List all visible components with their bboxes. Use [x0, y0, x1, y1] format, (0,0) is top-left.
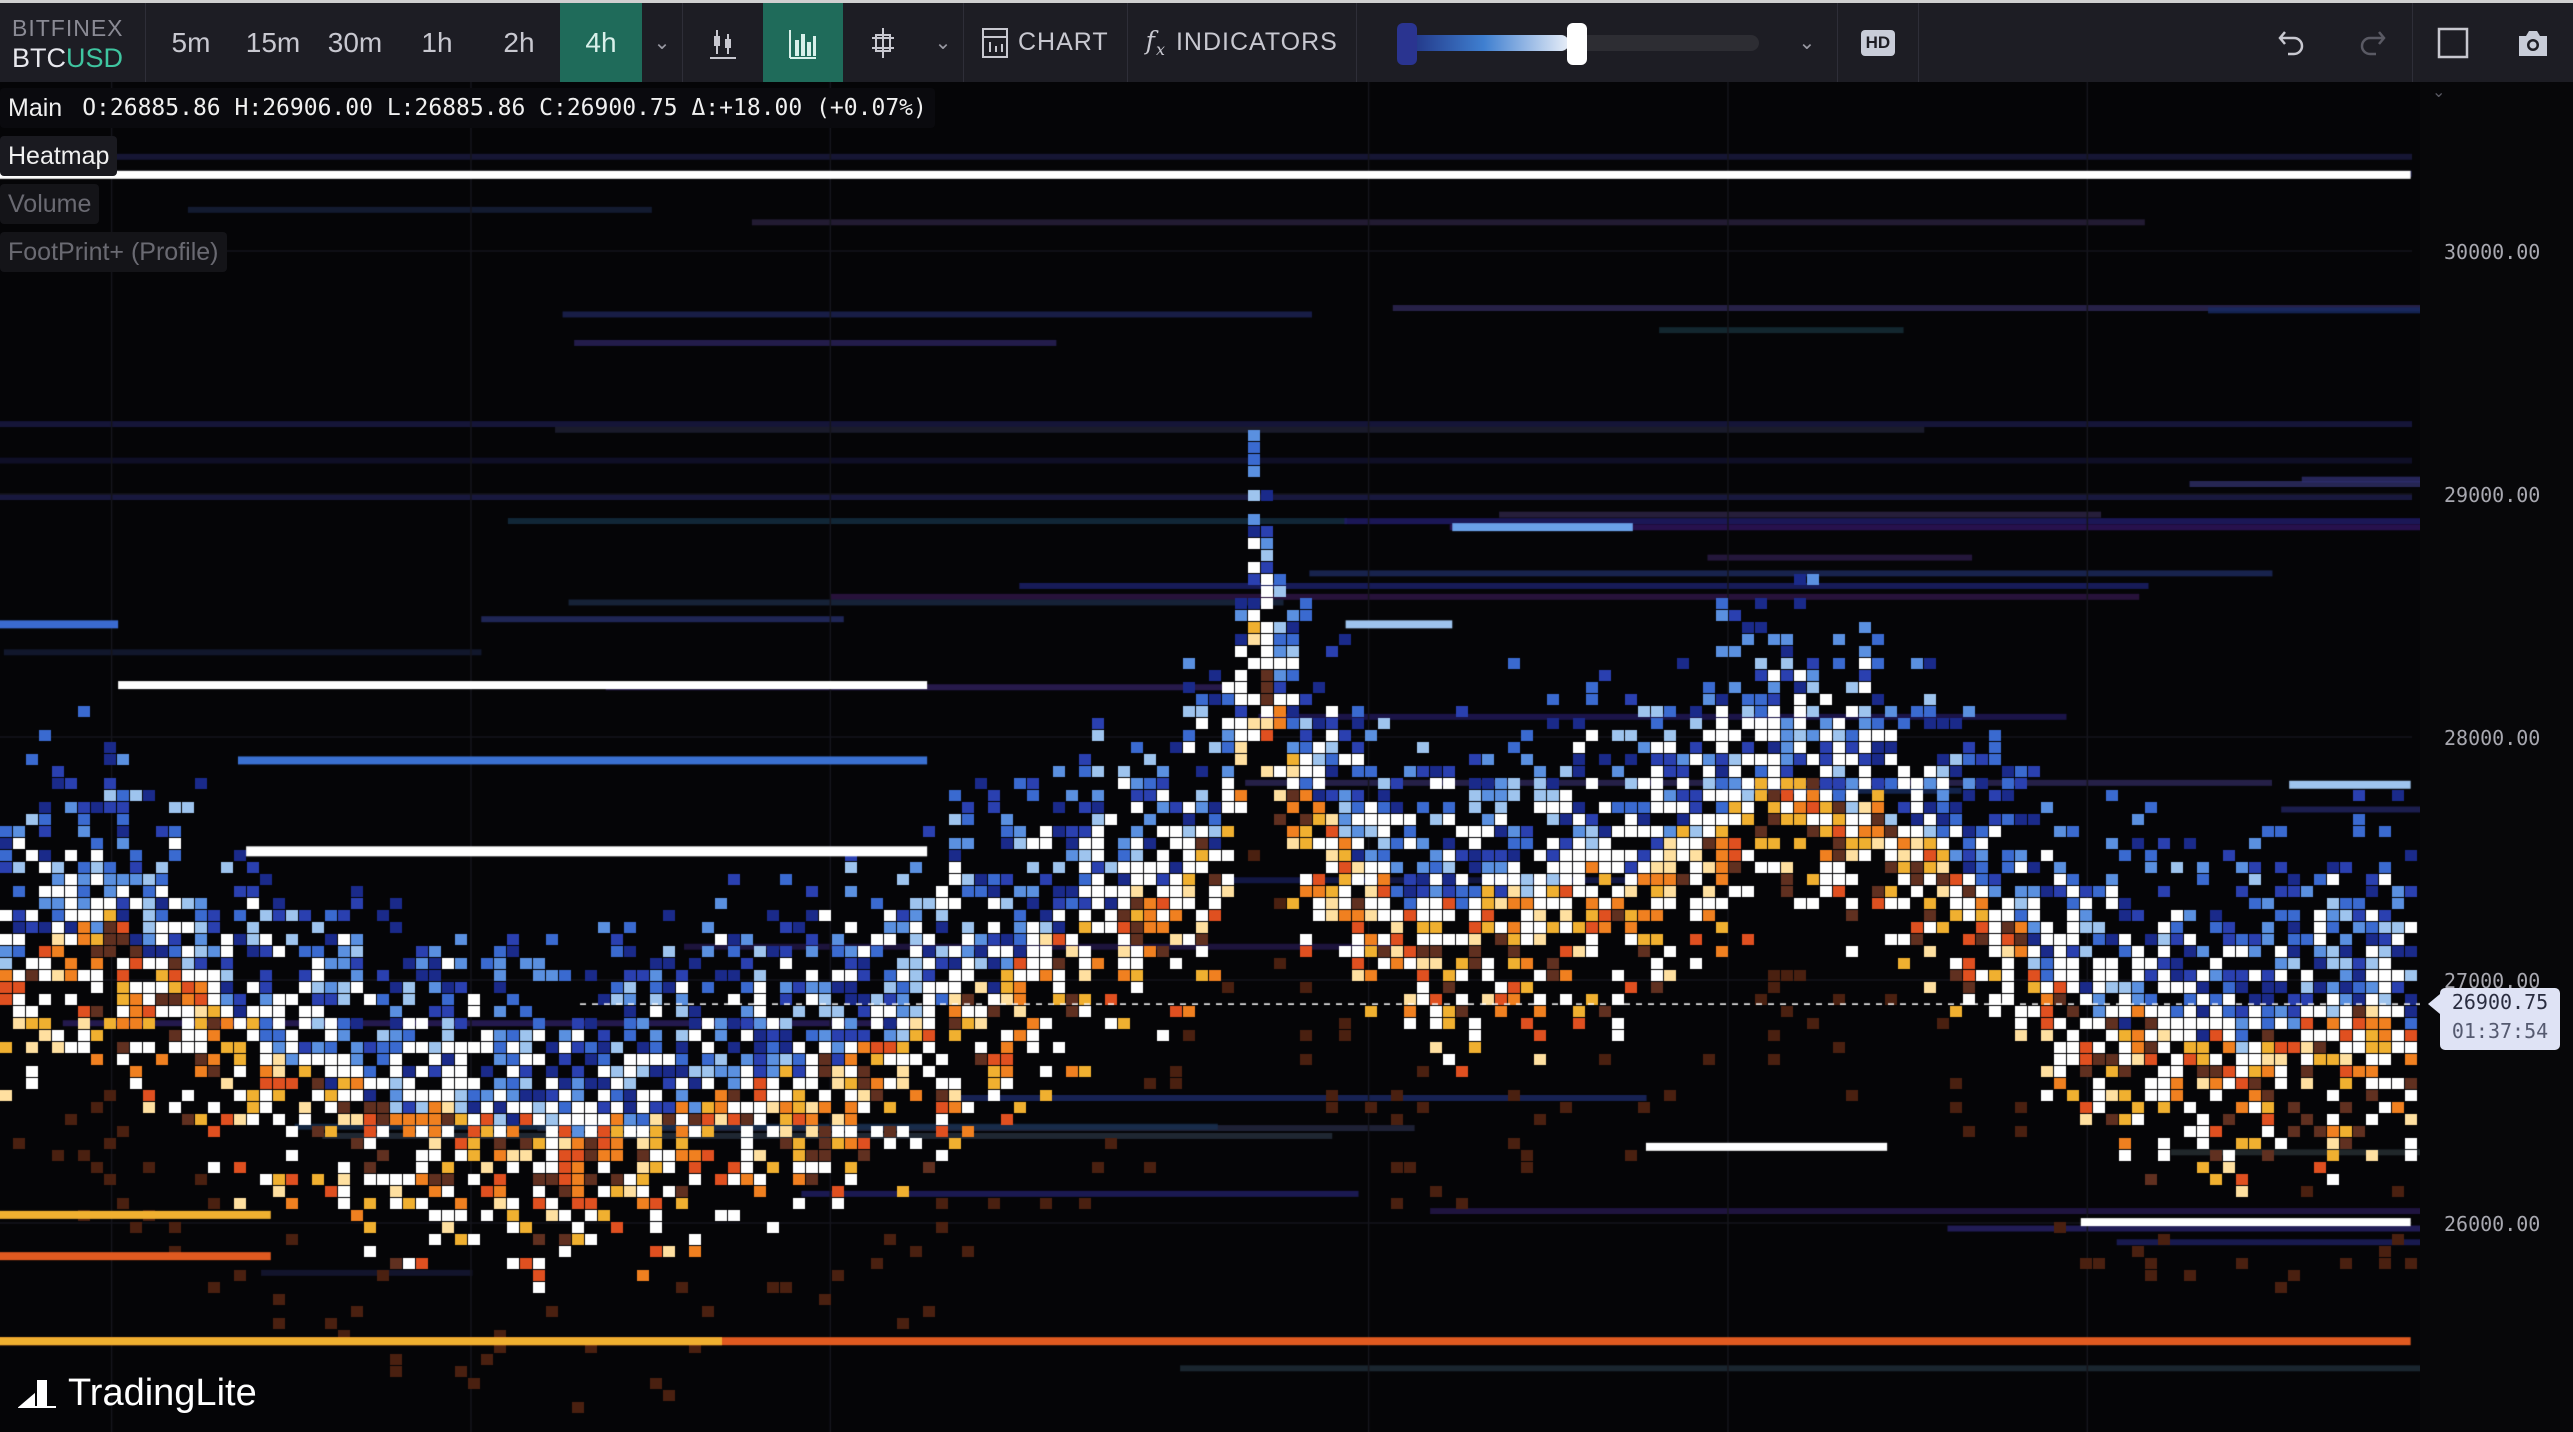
- crosshair-chevron-down-icon[interactable]: ⌄: [923, 3, 963, 82]
- pair-base: BTC: [12, 42, 66, 73]
- timeframe-2h[interactable]: 2h: [478, 3, 560, 82]
- axis-chevron-icon[interactable]: ⌄: [2432, 82, 2492, 102]
- divider: [1355, 3, 1357, 82]
- tradinglite-logo-icon: [18, 1379, 56, 1408]
- timeframe-4h[interactable]: 4h: [560, 3, 642, 82]
- pair-label: BTCUSD: [12, 43, 145, 73]
- symbol-selector[interactable]: BITFINEX BTCUSD: [0, 13, 145, 73]
- candlestick-icon[interactable]: [683, 3, 763, 82]
- indicators-label: INDICATORS: [1175, 28, 1338, 56]
- legend-volume[interactable]: Volume: [0, 184, 100, 224]
- timeframe-1h[interactable]: 1h: [396, 3, 478, 82]
- function-icon: fx: [1145, 26, 1166, 59]
- layout-icon[interactable]: [2413, 3, 2493, 82]
- hd-label: HD: [1860, 29, 1896, 56]
- brand-name: TradingLite: [68, 1372, 257, 1414]
- candle-countdown: 01:37:54: [2451, 1019, 2549, 1043]
- timeframe-5m[interactable]: 5m: [150, 3, 232, 82]
- toolbar: BITFINEX BTCUSD 5m 15m 30m 1h 2h 4h ⌄ ⌄ …: [0, 0, 2573, 82]
- heatmap-range-slider[interactable]: [1387, 3, 1767, 82]
- tick-label: 30000.00: [2444, 240, 2541, 264]
- legend-main[interactable]: Main O:26885.86 H:26906.00 L:26885.86 C:2…: [0, 88, 935, 128]
- legend-heatmap[interactable]: Heatmap: [0, 136, 118, 176]
- tick-label: 26000.00: [2444, 1212, 2541, 1236]
- pair-quote: USD: [66, 42, 124, 73]
- undo-icon[interactable]: [2252, 3, 2332, 82]
- timeframe-15m[interactable]: 15m: [232, 3, 314, 82]
- price-axis[interactable]: 30000.00 29000.00 28000.00 27000.00 2600…: [2420, 82, 2573, 1432]
- divider: [145, 3, 146, 82]
- tradinglite-logo: TradingLite: [18, 1372, 257, 1415]
- hd-toggle[interactable]: HD: [1838, 3, 1918, 82]
- slider-chevron-down-icon[interactable]: ⌄: [1787, 3, 1827, 82]
- exchange-label: BITFINEX: [12, 14, 124, 41]
- timeframe-30m[interactable]: 30m: [314, 3, 396, 82]
- legend-footprint[interactable]: FootPrint+ (Profile): [0, 232, 227, 272]
- indicators-button[interactable]: fx INDICATORS: [1128, 3, 1356, 82]
- last-price: 26900.75: [2451, 990, 2549, 1014]
- heatmap-chart[interactable]: [0, 82, 2420, 1432]
- timeframe-chevron-down-icon[interactable]: ⌄: [642, 3, 682, 82]
- slider-handle-high[interactable]: [1566, 23, 1587, 65]
- ohlc-readout: O:26885.86 H:26906.00 L:26885.86 C:26900…: [82, 95, 927, 121]
- chart-label: CHART: [1018, 28, 1109, 56]
- tick-label: 28000.00: [2444, 726, 2541, 750]
- main-label: Main: [8, 93, 63, 122]
- divider: [1917, 3, 1919, 82]
- tick-label: 29000.00: [2444, 483, 2541, 507]
- slider-handle-low[interactable]: [1396, 23, 1417, 65]
- chart-settings-icon: [982, 27, 1008, 58]
- camera-icon[interactable]: [2493, 3, 2573, 82]
- chart-button[interactable]: CHART: [964, 3, 1127, 82]
- redo-icon[interactable]: [2332, 3, 2412, 82]
- bars-icon[interactable]: [763, 3, 843, 82]
- crosshair-icon[interactable]: [843, 3, 923, 82]
- last-price-tag: 26900.75 01:37:54: [2428, 988, 2560, 1050]
